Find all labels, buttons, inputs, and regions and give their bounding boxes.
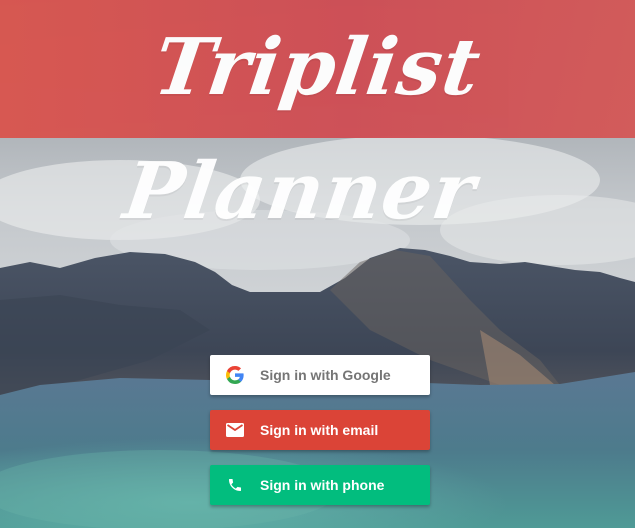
- app-title: Triplist Planner: [118, 22, 487, 237]
- sign-in-google-button[interactable]: Sign in with Google: [210, 355, 430, 395]
- google-logo-icon: [224, 364, 246, 386]
- sign-in-phone-label: Sign in with phone: [260, 477, 385, 493]
- mail-icon: [224, 419, 246, 441]
- sign-in-phone-button[interactable]: Sign in with phone: [210, 465, 430, 505]
- sign-in-email-button[interactable]: Sign in with email: [210, 410, 430, 450]
- sign-in-options: Sign in with Google Sign in with email S…: [210, 355, 430, 520]
- sign-in-email-label: Sign in with email: [260, 422, 379, 438]
- phone-icon: [224, 474, 246, 496]
- sign-in-google-label: Sign in with Google: [260, 367, 391, 383]
- title-banner: Triplist Planner: [0, 0, 635, 237]
